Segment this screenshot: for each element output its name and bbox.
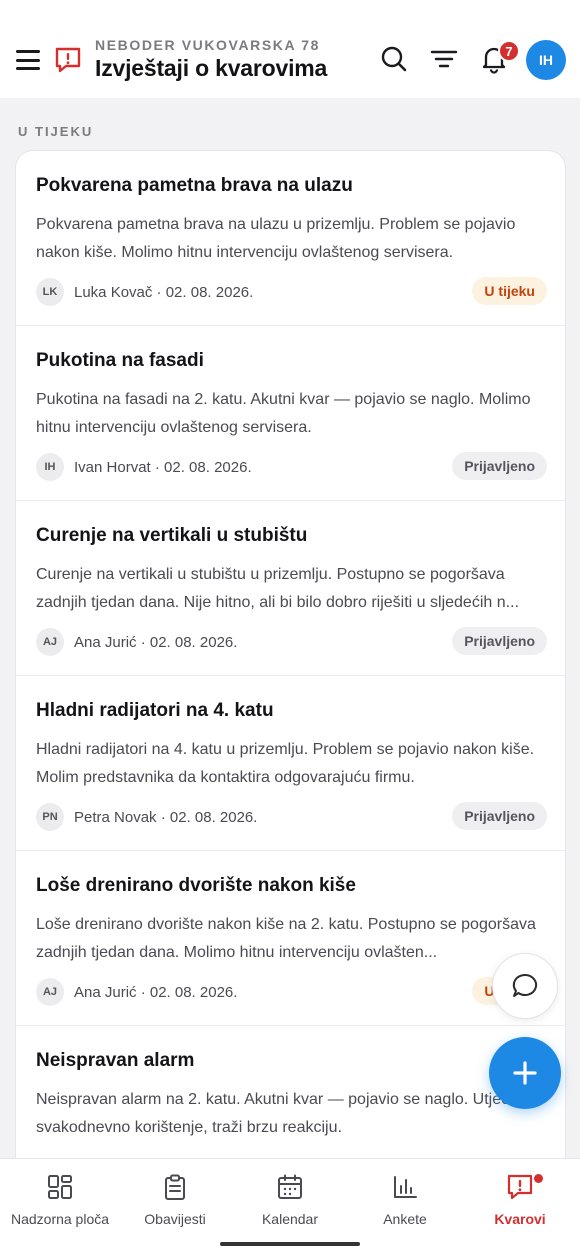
page-title: Izvještaji o kvarovima (95, 55, 328, 81)
user-avatar[interactable]: IH (526, 40, 566, 80)
report-item[interactable]: Pukotina na fasadi Pukotina na fasadi na… (16, 326, 565, 501)
search-icon[interactable] (379, 44, 409, 74)
status-badge: Prijavljeno (452, 452, 547, 480)
report-item[interactable]: Pokvarena pametna brava na ulazu Pokvare… (16, 151, 565, 326)
nav-calendar[interactable]: Kalendar (232, 1173, 348, 1233)
reporter-avatar: AJ (36, 978, 64, 1006)
report-meta: AJ Ana Jurić · 02. 08. 2026. (36, 977, 237, 1007)
status-badge: Prijavljeno (452, 627, 547, 655)
report-meta: PN Petra Novak · 02. 08. 2026. (36, 802, 257, 832)
report-title: Pokvarena pametna brava na ulazu (36, 175, 353, 196)
report-title: Loše drenirano dvorište nakon kiše (36, 875, 356, 896)
reporter-avatar: AJ (36, 628, 64, 656)
home-indicator (220, 1242, 360, 1246)
menu-icon-line (16, 67, 40, 70)
reporter-and-date: Ana Jurić · 02. 08. 2026. (74, 633, 238, 651)
nav-faults[interactable]: Kvarovi (462, 1173, 578, 1233)
app-header: NEBODER VUKOVARSKA 78 Izvještaji o kvaro… (0, 0, 580, 98)
building-name: NEBODER VUKOVARSKA 78 (95, 37, 320, 53)
report-title: Hladni radijatori na 4. katu (36, 700, 274, 721)
report-meta: IH Ivan Horvat · 02. 08. 2026. (36, 452, 252, 482)
report-item[interactable]: Loše drenirano dvorište nakon kiše Loše … (16, 851, 565, 1026)
report-logo-icon (55, 47, 81, 73)
nav-label: Ankete (383, 1211, 427, 1227)
report-description: Pokvarena pametna brava na ulazu u prize… (36, 216, 516, 261)
nav-label: Kalendar (261, 1211, 319, 1227)
report-list: Pokvarena pametna brava na ulazu Pokvare… (15, 150, 566, 1160)
report-description: Pukotina na fasadi na 2. katu. Akutni kv… (36, 391, 531, 436)
chat-button[interactable] (492, 953, 558, 1019)
notification-badge: 7 (498, 40, 520, 62)
menu-icon-line (16, 58, 40, 62)
report-item[interactable]: Curenje na vertikali u stubištu Curenje … (16, 501, 565, 676)
status-badge: Prijavljeno (452, 802, 547, 830)
chat-bubble-icon (512, 973, 538, 997)
dashboard-icon (48, 1175, 72, 1199)
nav-label: Kvarovi (494, 1211, 546, 1227)
filter-icon[interactable] (429, 44, 459, 74)
reporter-and-date: Ana Jurić · 02. 08. 2026. (74, 983, 238, 1001)
report-description: Hladni radijatori na 4. katu u prizemlju… (36, 741, 535, 786)
nav-notices[interactable]: Obavijesti (117, 1173, 233, 1233)
nav-indicator-dot (534, 1174, 543, 1183)
report-title: Curenje na vertikali u stubištu (36, 525, 308, 546)
add-report-button[interactable] (489, 1037, 561, 1109)
bar-chart-icon (394, 1176, 417, 1198)
report-item[interactable]: Hladni radijatori na 4. katu Hladni radi… (16, 676, 565, 851)
nav-label: Obavijesti (144, 1211, 206, 1227)
reporter-avatar: IH (36, 453, 64, 481)
clipboard-icon (165, 1174, 185, 1200)
reporter-and-date: Luka Kovač · 02. 08. 2026. (74, 283, 254, 301)
menu-icon-line (16, 50, 40, 53)
section-label: U TIJEKU (18, 124, 94, 139)
reporter-avatar: LK (36, 278, 64, 306)
report-item[interactable]: Neispravan alarm Neispravan alarm na 2. … (16, 1026, 565, 1160)
alert-message-icon (507, 1174, 533, 1200)
report-meta: LK Luka Kovač · 02. 08. 2026. (36, 277, 253, 307)
report-title: Pukotina na fasadi (36, 350, 204, 371)
reporter-and-date: Ivan Horvat · 02. 08. 2026. (74, 458, 252, 476)
report-description: Neispravan alarm na 2. katu. Akutni kvar… (36, 1091, 541, 1136)
report-description: Curenje na vertikali u stubištu u prizem… (36, 566, 519, 611)
calendar-icon (278, 1174, 302, 1199)
nav-label: Nadzorna ploča (10, 1211, 110, 1227)
plus-icon (513, 1061, 537, 1085)
reporter-avatar: PN (36, 803, 64, 831)
status-badge: U tijeku (472, 277, 547, 305)
report-meta: AJ Ana Jurić · 02. 08. 2026. (36, 627, 237, 657)
report-description: Loše drenirano dvorište nakon kiše na 2.… (36, 916, 536, 961)
menu-button[interactable] (16, 47, 42, 73)
nav-polls[interactable]: Ankete (347, 1173, 463, 1233)
report-title: Neispravan alarm (36, 1050, 195, 1071)
reporter-and-date: Petra Novak · 02. 08. 2026. (74, 808, 258, 826)
nav-dashboard[interactable]: Nadzorna ploča (2, 1173, 118, 1233)
